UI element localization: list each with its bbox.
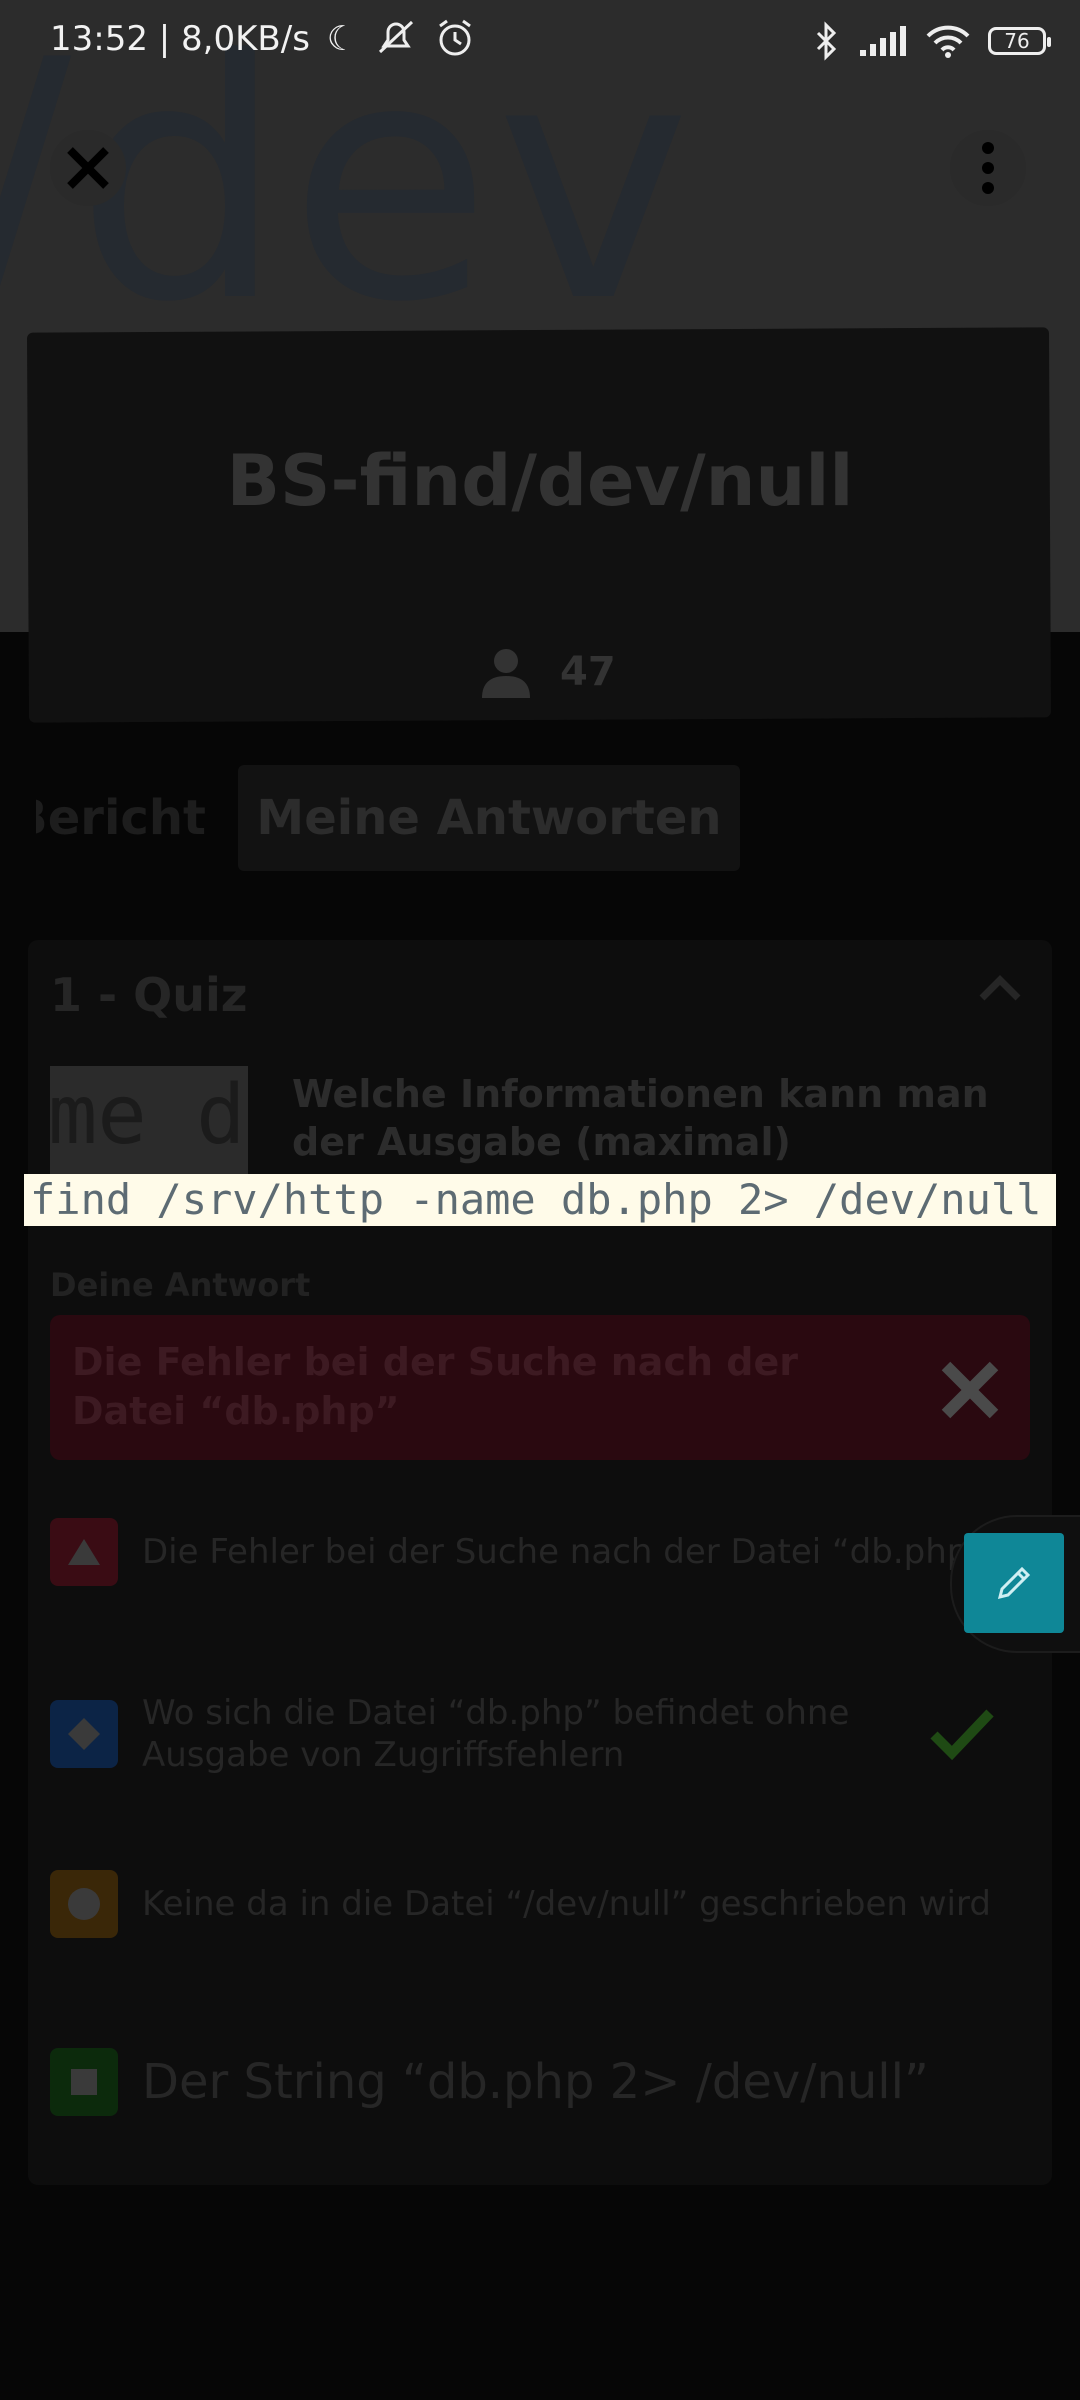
triangle-icon xyxy=(68,1539,100,1565)
quiz-title: BS-find/dev/null xyxy=(226,440,854,522)
square-icon xyxy=(71,2069,97,2095)
code-snippet: find /srv/http -name db.php 2> /dev/null xyxy=(24,1174,1056,1226)
bell-off-icon xyxy=(379,20,414,54)
option-text: Wo sich die Datei “db.php” befindet ohne… xyxy=(142,1693,850,1775)
option-text: Die Fehler bei der Suche nach der Datei … xyxy=(142,1532,986,1572)
cross-icon xyxy=(941,1361,999,1419)
player-count: 47 xyxy=(480,646,616,698)
circle-icon xyxy=(68,1888,100,1920)
status-bar: 13:52 | 8,0KB/s ☾ 76 xyxy=(0,0,1080,84)
pencil-icon xyxy=(997,1566,1031,1600)
your-answer-text: Die Fehler bei der Suche nach der Datei … xyxy=(72,1340,798,1433)
triangle-shape-badge xyxy=(50,1518,118,1586)
person-icon xyxy=(482,649,530,698)
tab-my-answers-label: Meine Antworten xyxy=(256,790,722,846)
status-time: 13:52 | 8,0KB/s ☾ xyxy=(50,18,475,59)
your-answer-label: Deine Antwort xyxy=(50,1266,311,1304)
thumbnail-text: me d xyxy=(50,1068,246,1163)
circle-shape-badge xyxy=(50,1870,118,1938)
close-button[interactable] xyxy=(50,130,126,206)
player-count-value: 47 xyxy=(560,649,616,695)
diamond-shape-badge xyxy=(50,1700,118,1768)
battery-icon: 76 xyxy=(988,27,1051,55)
answer-option-triangle: Die Fehler bei der Suche nach der Datei … xyxy=(50,1518,1050,1586)
wrong-answer-icon xyxy=(938,1358,1002,1426)
chevron-up-icon xyxy=(979,975,1021,1001)
alarm-icon xyxy=(438,19,471,56)
option-text: Keine da in die Datei “/dev/null” geschr… xyxy=(142,1884,991,1924)
question-text: Welche Informationen kann man der Ausgab… xyxy=(292,1072,989,1164)
more-options-button[interactable] xyxy=(950,130,1026,206)
option-text: Der String “db.php 2> /dev/null” xyxy=(142,2054,929,2110)
wifi-icon xyxy=(926,25,970,58)
tab-my-answers[interactable]: Meine Antworten xyxy=(238,765,740,871)
answer-option-square: Der String “db.php 2> /dev/null” xyxy=(50,2048,1050,2116)
diamond-icon xyxy=(68,1718,100,1750)
more-vertical-icon xyxy=(982,142,994,194)
tab-report-label: Bericht xyxy=(36,790,206,846)
status-icons: 76 xyxy=(814,16,1051,66)
edit-button[interactable] xyxy=(964,1533,1064,1633)
tab-report[interactable]: Bericht xyxy=(36,790,206,846)
signal-icon xyxy=(860,26,906,56)
check-icon xyxy=(930,1709,994,1761)
question-thumbnail: me d xyxy=(50,1066,248,1176)
answer-option-diamond: Wo sich die Datei “db.php” befindet ohne… xyxy=(50,1692,1050,1776)
collapse-button[interactable] xyxy=(978,974,1022,1006)
time-speed: 13:52 | 8,0KB/s xyxy=(50,19,310,59)
square-shape-badge xyxy=(50,2048,118,2116)
answer-option-circle: Keine da in die Datei “/dev/null” geschr… xyxy=(50,1870,1050,1938)
battery-level: 76 xyxy=(1004,29,1030,53)
close-icon xyxy=(67,147,109,189)
question-section-title: 1 - Quiz xyxy=(50,968,248,1022)
moon-icon: ☾ xyxy=(326,19,358,59)
bluetooth-icon xyxy=(816,21,837,61)
